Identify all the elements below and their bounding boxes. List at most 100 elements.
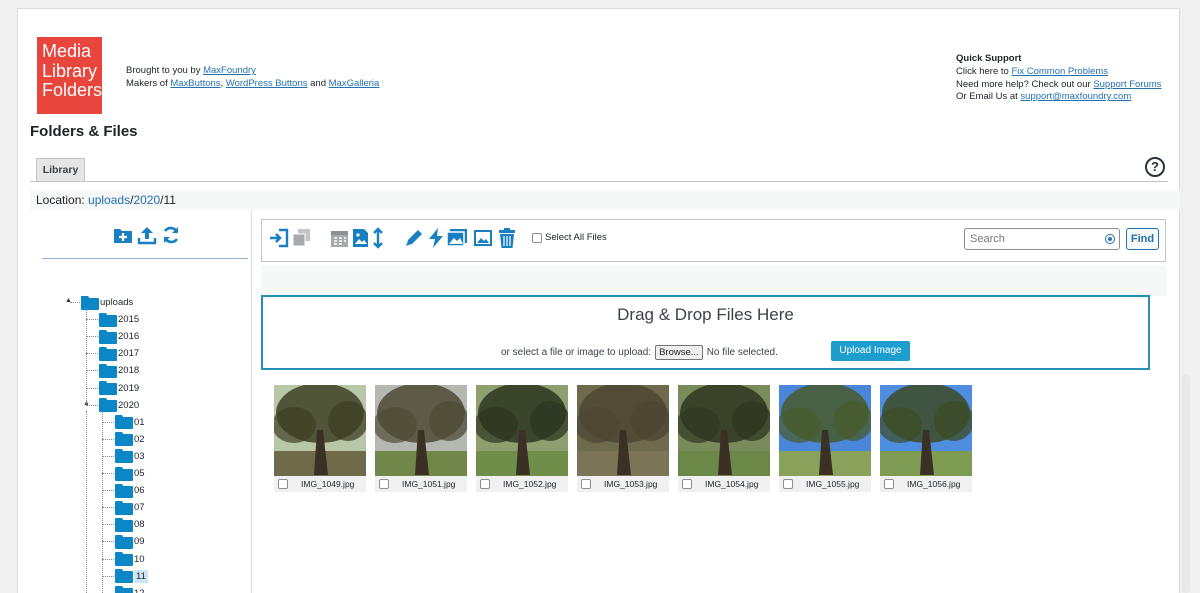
brought-prefix: Brought to you by xyxy=(126,65,204,76)
maxbuttons-link[interactable]: MaxButtons xyxy=(170,78,220,89)
page-scrollbar[interactable] xyxy=(1182,375,1190,593)
plugin-page: Media Library Folders Brought to you by … xyxy=(17,8,1180,593)
file-select-checkbox[interactable] xyxy=(884,479,894,489)
folder-tree-item-12[interactable]: 12 xyxy=(115,585,145,593)
folder-tree-item-05[interactable]: 05 xyxy=(115,465,145,482)
makers-prefix: Makers of xyxy=(126,77,171,89)
file-select-checkbox[interactable] xyxy=(278,479,288,489)
duplicate-icon[interactable] xyxy=(291,227,313,249)
calendar-sort-icon[interactable] xyxy=(329,227,351,249)
breadcrumb-current: 11 xyxy=(163,193,176,207)
support-email-link[interactable]: support@maxfoundry.com xyxy=(1020,91,1131,102)
folder-tree-item-01[interactable]: 01 xyxy=(115,414,145,431)
file-select-checkbox[interactable] xyxy=(379,479,389,489)
help-icon[interactable]: ? xyxy=(1145,157,1165,177)
search-clear-icon[interactable] xyxy=(1105,234,1115,244)
folder-icon xyxy=(99,363,117,378)
file-name: IMG_1056.jpg xyxy=(907,479,961,489)
file-name: IMG_1054.jpg xyxy=(705,479,759,489)
folder-tree-item-03[interactable]: 03 xyxy=(115,448,145,465)
tree-photo-image[interactable] xyxy=(678,385,770,476)
file-select-checkbox[interactable] xyxy=(783,479,793,489)
find-button[interactable]: Find xyxy=(1126,228,1159,250)
sort-arrows-icon[interactable] xyxy=(367,227,389,249)
folder-tree-item-2020[interactable]: 2020 xyxy=(99,397,139,414)
rename-pencil-icon[interactable] xyxy=(403,227,425,249)
folder-label: 12 xyxy=(134,588,145,593)
folder-icon xyxy=(115,552,133,566)
tree-photo-image[interactable] xyxy=(779,385,871,476)
folder-tree-item-10[interactable]: 10 xyxy=(115,551,145,568)
file-thumbnail[interactable]: IMG_1053.jpg xyxy=(577,385,669,492)
file-thumbnail[interactable]: IMG_1054.jpg xyxy=(678,385,770,492)
upload-image-button[interactable]: Upload Image xyxy=(831,341,910,361)
file-name: IMG_1052.jpg xyxy=(503,479,557,489)
tree-photo-image[interactable] xyxy=(577,385,669,476)
folder-tree-item-07[interactable]: 07 xyxy=(115,499,145,516)
wordpress-buttons-link[interactable]: WordPress Buttons xyxy=(226,78,308,89)
folder-tree-item-06[interactable]: 06 xyxy=(115,482,145,499)
tree-connector xyxy=(86,370,98,372)
folder-tree-item-2017[interactable]: 2017 xyxy=(99,345,139,362)
file-thumbnail[interactable]: IMG_1055.jpg xyxy=(779,385,871,492)
tree-photo-image[interactable] xyxy=(476,385,568,476)
folder-label: 11 xyxy=(134,569,148,583)
folder-tree-item-2019[interactable]: 2019 xyxy=(99,380,139,397)
tree-connector xyxy=(102,575,114,577)
breadcrumb-2020[interactable]: 2020 xyxy=(133,193,160,207)
maxfoundry-link[interactable]: MaxFoundry xyxy=(203,65,256,76)
folder-tree-item-2018[interactable]: 2018 xyxy=(99,362,139,379)
file-grid: IMG_1049.jpg IMG_1051.jpg IMG_1052.jpg IMG_… xyxy=(274,385,972,492)
folder-pane: uploads ▲ 2015 2016 2017 2018 2019 2020 ▲ 01 02 03 0… xyxy=(30,210,252,593)
file-thumbnail[interactable]: IMG_1049.jpg xyxy=(274,385,366,492)
search-input[interactable] xyxy=(964,228,1120,250)
quick-support: Quick Support Click here to Fix Common P… xyxy=(956,53,1161,104)
toolbar-spacer xyxy=(261,266,1166,296)
quick-support-title: Quick Support xyxy=(956,53,1022,64)
file-select-checkbox[interactable] xyxy=(581,479,591,489)
file-caption: IMG_1053.jpg xyxy=(577,476,669,492)
drag-drop-zone[interactable]: Drag & Drop Files Here or select a file … xyxy=(261,295,1150,370)
select-all-label: Select All Files xyxy=(545,232,607,243)
tree-connector xyxy=(102,438,114,440)
file-select-checkbox[interactable] xyxy=(682,479,692,489)
folder-icon xyxy=(99,346,117,361)
tree-photo-image[interactable] xyxy=(880,385,972,476)
tree-connector xyxy=(102,410,103,593)
folder-icon xyxy=(115,466,133,481)
tree-photo-image[interactable] xyxy=(274,385,366,476)
file-thumbnail[interactable]: IMG_1051.jpg xyxy=(375,385,467,492)
tab-library[interactable]: Library xyxy=(36,158,85,182)
folder-tree-item-08[interactable]: 08 xyxy=(115,516,145,533)
file-thumbnail[interactable]: IMG_1052.jpg xyxy=(476,385,568,492)
file-select-checkbox[interactable] xyxy=(480,479,490,489)
file-thumbnail[interactable]: IMG_1056.jpg xyxy=(880,385,972,492)
move-copy-icon[interactable] xyxy=(268,227,290,249)
folder-tree-item-11[interactable]: 11 xyxy=(115,568,148,585)
folder-tree-item-02[interactable]: 02 xyxy=(115,431,145,448)
support-forums-link[interactable]: Support Forums xyxy=(1093,79,1161,90)
fix-common-problems-link[interactable]: Fix Common Problems xyxy=(1011,66,1108,77)
trash-icon[interactable] xyxy=(496,227,518,249)
folder-tree-item-2015[interactable]: 2015 xyxy=(99,311,139,328)
folder-tree-item-uploads[interactable]: uploads xyxy=(81,294,133,311)
tree-connector xyxy=(86,353,98,355)
gallery-images-icon[interactable] xyxy=(446,227,468,249)
select-all-files[interactable]: Select All Files xyxy=(532,232,607,243)
folder-icon xyxy=(115,449,133,464)
select-all-checkbox[interactable] xyxy=(532,232,542,243)
dropzone-title: Drag & Drop Files Here xyxy=(617,305,794,324)
location-label: Location: xyxy=(36,193,89,207)
maxgalleria-link[interactable]: MaxGalleria xyxy=(329,78,380,89)
regenerate-thumbnails-icon[interactable] xyxy=(425,227,447,249)
browse-button[interactable]: Browse... xyxy=(655,345,703,360)
folder-icon xyxy=(115,586,133,593)
file-name: IMG_1053.jpg xyxy=(604,479,658,489)
logo-line: Media xyxy=(42,41,92,61)
breadcrumb-uploads[interactable]: uploads xyxy=(88,193,130,207)
folder-icon xyxy=(99,329,117,344)
folder-tree-item-2016[interactable]: 2016 xyxy=(99,328,139,345)
image-seo-icon[interactable] xyxy=(472,227,494,249)
tree-photo-image[interactable] xyxy=(375,385,467,476)
folder-tree-item-09[interactable]: 09 xyxy=(115,533,145,550)
